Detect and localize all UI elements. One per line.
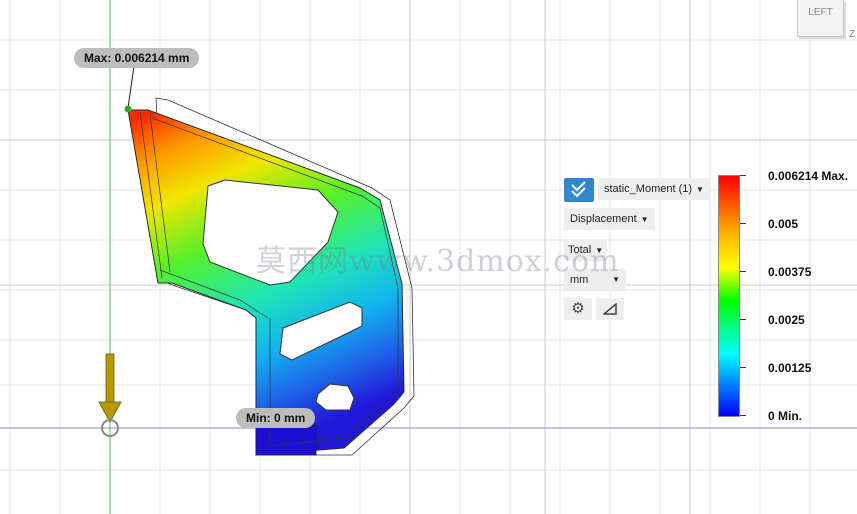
legend-tick	[740, 175, 746, 176]
study-dropdown-value: static_Moment (1)	[604, 183, 693, 195]
legend-label: 0.0025	[768, 313, 805, 327]
min-probe-label: Min: 0 mm	[236, 408, 316, 428]
double-check-icon	[571, 181, 586, 198]
max-probe-leader	[127, 65, 135, 109]
legend-tick	[740, 415, 746, 416]
watermark: 莫西网www.3dmox.com	[256, 244, 620, 279]
bottom-tab	[255, 424, 317, 456]
study-dropdown[interactable]: static_Moment (1) ▼	[598, 178, 710, 200]
legend-tick	[740, 271, 746, 272]
legend-label-max: 0.006214 Max.	[768, 169, 849, 183]
legend-label-min: 0 Min.	[768, 409, 803, 423]
viewcube[interactable]: LEFT	[797, 0, 844, 37]
viewcube-axis-z: Z	[849, 29, 856, 40]
results-toggle-button[interactable]	[564, 178, 594, 202]
max-probe-marker[interactable]	[124, 105, 132, 113]
chevron-down-icon: ▼	[640, 215, 649, 224]
result-type-dropdown[interactable]: Displacement ▼	[564, 208, 655, 230]
legend-label: 0.00375	[768, 265, 812, 279]
triangle-icon	[601, 302, 617, 315]
viewcube-face-left[interactable]: LEFT	[808, 7, 832, 18]
result-type-value: Displacement	[570, 213, 637, 225]
chevron-down-icon: ▼	[696, 185, 704, 194]
legend-tick	[740, 367, 746, 368]
legend-tick	[740, 319, 746, 320]
max-probe-label: Max: 0.006214 mm	[74, 48, 200, 68]
legend-tick	[740, 223, 746, 224]
legend-label: 0.00125	[768, 361, 812, 375]
legend-label: 0.005	[768, 217, 799, 231]
probe-mode-button[interactable]	[596, 298, 624, 320]
legend-color-bar	[718, 175, 740, 417]
settings-button[interactable]: ⚙	[564, 298, 592, 320]
gear-icon: ⚙	[571, 300, 585, 317]
